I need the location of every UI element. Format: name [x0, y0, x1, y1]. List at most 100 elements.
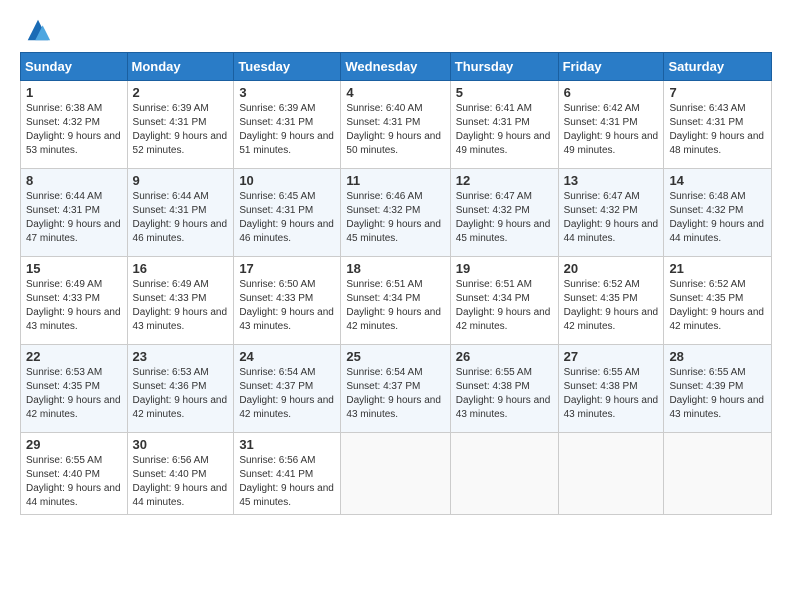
calendar-cell: 10 Sunrise: 6:45 AM Sunset: 4:31 PM Dayl… — [234, 169, 341, 257]
calendar-cell: 19 Sunrise: 6:51 AM Sunset: 4:34 PM Dayl… — [450, 257, 558, 345]
weekday-header-friday: Friday — [558, 53, 664, 81]
day-info: Sunrise: 6:51 AM Sunset: 4:34 PM Dayligh… — [456, 278, 553, 334]
sunset-label: Sunset: 4:35 PM — [669, 293, 743, 304]
day-number: 16 — [133, 261, 229, 276]
daylight-label: Daylight: 9 hours and 49 minutes. — [564, 131, 659, 156]
sunrise-label: Sunrise: 6:55 AM — [669, 367, 745, 378]
day-info: Sunrise: 6:46 AM Sunset: 4:32 PM Dayligh… — [346, 190, 444, 246]
sunset-label: Sunset: 4:40 PM — [133, 469, 207, 480]
daylight-label: Daylight: 9 hours and 43 minutes. — [239, 307, 334, 332]
calendar-cell — [558, 433, 664, 515]
calendar-cell: 9 Sunrise: 6:44 AM Sunset: 4:31 PM Dayli… — [127, 169, 234, 257]
sunrise-label: Sunrise: 6:49 AM — [26, 279, 102, 290]
day-number: 11 — [346, 173, 444, 188]
weekday-header-sunday: Sunday — [21, 53, 128, 81]
sunrise-label: Sunrise: 6:52 AM — [669, 279, 745, 290]
day-info: Sunrise: 6:45 AM Sunset: 4:31 PM Dayligh… — [239, 190, 335, 246]
sunset-label: Sunset: 4:35 PM — [564, 293, 638, 304]
weekday-header-thursday: Thursday — [450, 53, 558, 81]
sunrise-label: Sunrise: 6:52 AM — [564, 279, 640, 290]
sunrise-label: Sunrise: 6:56 AM — [239, 455, 315, 466]
day-number: 13 — [564, 173, 659, 188]
daylight-label: Daylight: 9 hours and 43 minutes. — [133, 307, 228, 332]
sunset-label: Sunset: 4:34 PM — [456, 293, 530, 304]
sunrise-label: Sunrise: 6:47 AM — [564, 191, 640, 202]
day-info: Sunrise: 6:49 AM Sunset: 4:33 PM Dayligh… — [133, 278, 229, 334]
day-number: 19 — [456, 261, 553, 276]
sunrise-label: Sunrise: 6:50 AM — [239, 279, 315, 290]
day-number: 17 — [239, 261, 335, 276]
calendar-cell: 11 Sunrise: 6:46 AM Sunset: 4:32 PM Dayl… — [341, 169, 450, 257]
calendar-cell — [450, 433, 558, 515]
sunset-label: Sunset: 4:41 PM — [239, 469, 313, 480]
calendar-cell: 27 Sunrise: 6:55 AM Sunset: 4:38 PM Dayl… — [558, 345, 664, 433]
sunrise-label: Sunrise: 6:53 AM — [26, 367, 102, 378]
sunrise-label: Sunrise: 6:55 AM — [456, 367, 532, 378]
page: SundayMondayTuesdayWednesdayThursdayFrid… — [0, 0, 792, 525]
daylight-label: Daylight: 9 hours and 46 minutes. — [133, 219, 228, 244]
daylight-label: Daylight: 9 hours and 52 minutes. — [133, 131, 228, 156]
day-info: Sunrise: 6:55 AM Sunset: 4:38 PM Dayligh… — [456, 366, 553, 422]
calendar-cell: 22 Sunrise: 6:53 AM Sunset: 4:35 PM Dayl… — [21, 345, 128, 433]
weekday-header-tuesday: Tuesday — [234, 53, 341, 81]
day-number: 10 — [239, 173, 335, 188]
sunset-label: Sunset: 4:31 PM — [239, 205, 313, 216]
sunset-label: Sunset: 4:32 PM — [346, 205, 420, 216]
sunset-label: Sunset: 4:31 PM — [564, 117, 638, 128]
day-info: Sunrise: 6:48 AM Sunset: 4:32 PM Dayligh… — [669, 190, 766, 246]
sunrise-label: Sunrise: 6:51 AM — [456, 279, 532, 290]
day-info: Sunrise: 6:51 AM Sunset: 4:34 PM Dayligh… — [346, 278, 444, 334]
daylight-label: Daylight: 9 hours and 42 minutes. — [133, 395, 228, 420]
sunset-label: Sunset: 4:31 PM — [133, 117, 207, 128]
sunrise-label: Sunrise: 6:46 AM — [346, 191, 422, 202]
day-info: Sunrise: 6:39 AM Sunset: 4:31 PM Dayligh… — [133, 102, 229, 158]
sunrise-label: Sunrise: 6:41 AM — [456, 103, 532, 114]
sunrise-label: Sunrise: 6:44 AM — [133, 191, 209, 202]
day-info: Sunrise: 6:50 AM Sunset: 4:33 PM Dayligh… — [239, 278, 335, 334]
day-info: Sunrise: 6:47 AM Sunset: 4:32 PM Dayligh… — [456, 190, 553, 246]
sunset-label: Sunset: 4:32 PM — [456, 205, 530, 216]
daylight-label: Daylight: 9 hours and 51 minutes. — [239, 131, 334, 156]
day-info: Sunrise: 6:43 AM Sunset: 4:31 PM Dayligh… — [669, 102, 766, 158]
sunset-label: Sunset: 4:35 PM — [26, 381, 100, 392]
daylight-label: Daylight: 9 hours and 43 minutes. — [669, 395, 764, 420]
sunrise-label: Sunrise: 6:49 AM — [133, 279, 209, 290]
day-number: 3 — [239, 85, 335, 100]
sunset-label: Sunset: 4:31 PM — [456, 117, 530, 128]
calendar-cell: 25 Sunrise: 6:54 AM Sunset: 4:37 PM Dayl… — [341, 345, 450, 433]
day-number: 8 — [26, 173, 122, 188]
daylight-label: Daylight: 9 hours and 42 minutes. — [346, 307, 441, 332]
sunset-label: Sunset: 4:33 PM — [26, 293, 100, 304]
daylight-label: Daylight: 9 hours and 43 minutes. — [346, 395, 441, 420]
day-number: 7 — [669, 85, 766, 100]
day-number: 23 — [133, 349, 229, 364]
calendar-cell: 8 Sunrise: 6:44 AM Sunset: 4:31 PM Dayli… — [21, 169, 128, 257]
sunset-label: Sunset: 4:33 PM — [239, 293, 313, 304]
calendar-cell: 21 Sunrise: 6:52 AM Sunset: 4:35 PM Dayl… — [664, 257, 772, 345]
day-number: 24 — [239, 349, 335, 364]
sunset-label: Sunset: 4:40 PM — [26, 469, 100, 480]
sunrise-label: Sunrise: 6:55 AM — [564, 367, 640, 378]
calendar-cell — [341, 433, 450, 515]
daylight-label: Daylight: 9 hours and 42 minutes. — [239, 395, 334, 420]
day-info: Sunrise: 6:55 AM Sunset: 4:38 PM Dayligh… — [564, 366, 659, 422]
daylight-label: Daylight: 9 hours and 43 minutes. — [26, 307, 121, 332]
logo — [20, 16, 52, 44]
sunrise-label: Sunrise: 6:54 AM — [239, 367, 315, 378]
calendar-cell: 31 Sunrise: 6:56 AM Sunset: 4:41 PM Dayl… — [234, 433, 341, 515]
day-number: 30 — [133, 437, 229, 452]
daylight-label: Daylight: 9 hours and 44 minutes. — [564, 219, 659, 244]
sunrise-label: Sunrise: 6:55 AM — [26, 455, 102, 466]
daylight-label: Daylight: 9 hours and 46 minutes. — [239, 219, 334, 244]
day-number: 2 — [133, 85, 229, 100]
daylight-label: Daylight: 9 hours and 44 minutes. — [26, 483, 121, 508]
calendar-cell: 29 Sunrise: 6:55 AM Sunset: 4:40 PM Dayl… — [21, 433, 128, 515]
calendar-cell: 7 Sunrise: 6:43 AM Sunset: 4:31 PM Dayli… — [664, 81, 772, 169]
weekday-header-monday: Monday — [127, 53, 234, 81]
calendar-cell: 23 Sunrise: 6:53 AM Sunset: 4:36 PM Dayl… — [127, 345, 234, 433]
daylight-label: Daylight: 9 hours and 45 minutes. — [239, 483, 334, 508]
day-info: Sunrise: 6:44 AM Sunset: 4:31 PM Dayligh… — [133, 190, 229, 246]
daylight-label: Daylight: 9 hours and 42 minutes. — [26, 395, 121, 420]
daylight-label: Daylight: 9 hours and 42 minutes. — [456, 307, 551, 332]
sunset-label: Sunset: 4:32 PM — [26, 117, 100, 128]
